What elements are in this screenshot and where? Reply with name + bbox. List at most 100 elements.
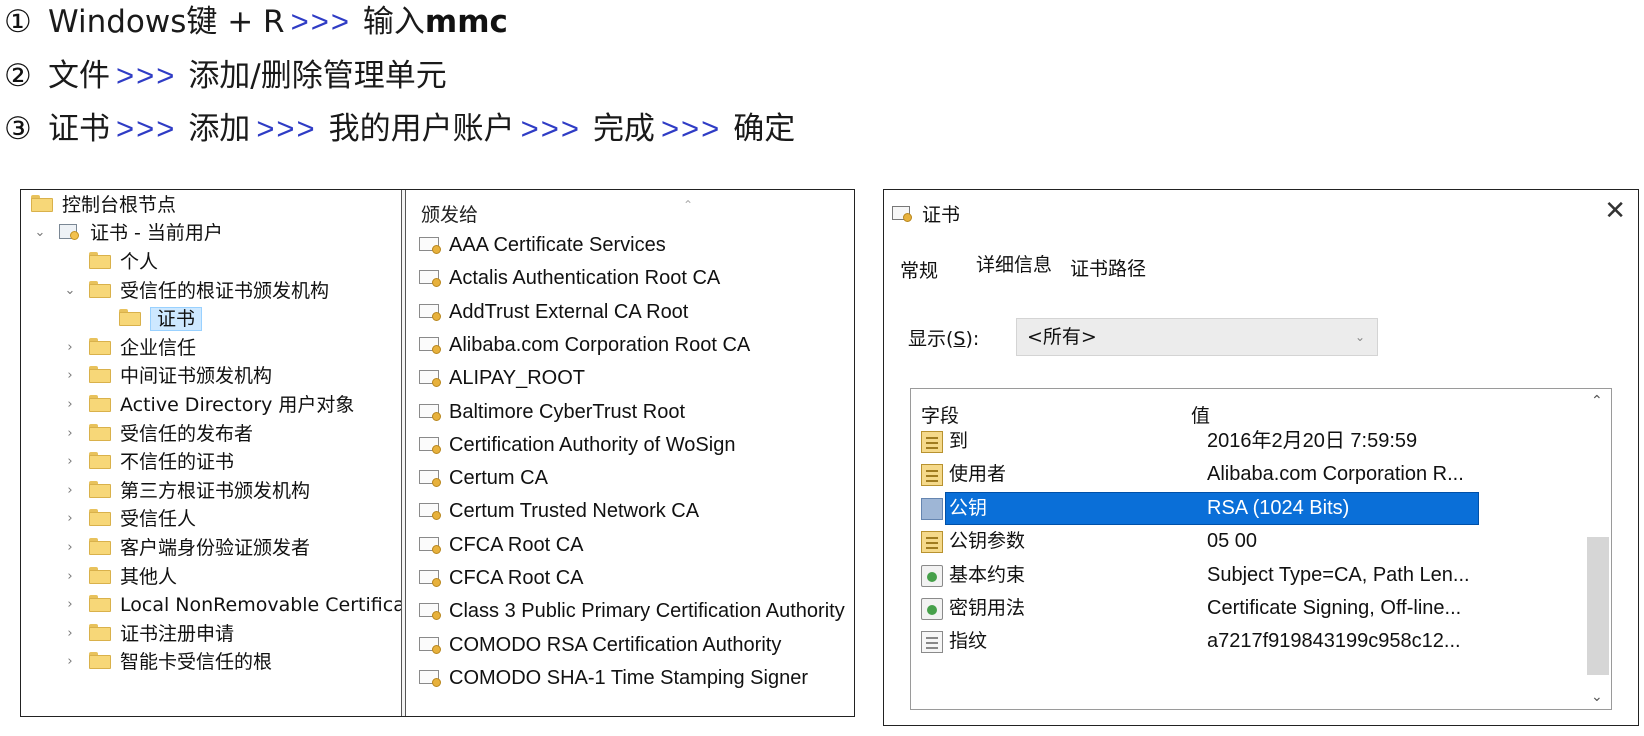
column-header-field[interactable]: 字段 (921, 401, 959, 428)
field-row[interactable]: 公钥 RSA (1024 Bits) (911, 492, 1571, 525)
tree-store[interactable]: ⌄ 证书 - 当前用户 (35, 218, 223, 248)
step-text: 文件 (48, 58, 110, 94)
field-icon (921, 631, 943, 653)
show-label: 显示(S): (908, 328, 980, 350)
tree-item[interactable]: › 客户端身份验证颁发者 (67, 533, 311, 563)
tree-item-label: 证书 (150, 307, 203, 331)
certificate-row[interactable]: AAA Certificate Services (419, 230, 666, 260)
tab-cert-path[interactable]: 证书路径 (1070, 254, 1146, 281)
instruction-step: ① Windows键 + R >>> 输入mmc (4, 2, 508, 42)
certificate-row[interactable]: Class 3 Public Primary Certification Aut… (419, 596, 845, 626)
tree-item[interactable]: › 不信任的证书 (67, 447, 234, 477)
certificate-dialog: 证书 ✕ 常规 详细信息 证书路径 显示(S): <所有> ⌄ 字段 值 ⌃ ⌄… (883, 189, 1639, 726)
console-tree: 控制台根节点 ⌄ 证书 - 当前用户 个人 ⌄ 受信任的根证书颁发机构 证书 › 企业信任… (21, 190, 401, 716)
chevron-right-icon[interactable]: › (63, 361, 77, 391)
scroll-thumb[interactable] (1587, 537, 1609, 675)
column-header-value[interactable]: 值 (1191, 401, 1210, 428)
vertical-scrollbar[interactable]: ⌃ ⌄ (1585, 389, 1611, 709)
certificate-icon (419, 369, 443, 387)
certificate-row[interactable]: Certum CA (419, 463, 548, 493)
tree-item-label: 客户端身份验证颁发者 (120, 537, 311, 559)
certificate-icon (419, 436, 443, 454)
chevron-down-icon[interactable]: ⌄ (63, 276, 77, 306)
chevron-right-icon[interactable]: › (63, 533, 77, 563)
close-icon[interactable]: ✕ (1604, 196, 1626, 226)
certificate-icon (419, 636, 443, 654)
chevron-right-icon[interactable]: › (63, 619, 77, 649)
tree-item[interactable]: ⌄ 受信任的根证书颁发机构 (65, 276, 329, 306)
tree-item[interactable]: › 智能卡受信任的根 (67, 647, 273, 677)
tree-item[interactable]: 证书 (119, 304, 203, 334)
certificate-row[interactable]: AddTrust External CA Root (419, 297, 688, 327)
tree-root-label: 控制台根节点 (62, 194, 177, 216)
chevron-down-icon[interactable]: ⌄ (33, 218, 47, 248)
arrow-separator: >>> (290, 4, 351, 39)
field-row[interactable]: 使用者 Alibaba.com Corporation R... (911, 458, 1571, 491)
field-row[interactable]: 基本约束 Subject Type=CA, Path Len... (911, 559, 1571, 592)
field-row[interactable]: 密钥用法 Certificate Signing, Off-line... (911, 592, 1571, 625)
certificate-row[interactable]: Baltimore CyberTrust Root (419, 397, 685, 427)
chevron-right-icon[interactable]: › (63, 590, 77, 620)
folder-icon (89, 424, 111, 441)
chevron-right-icon[interactable]: › (63, 562, 77, 592)
folder-icon (89, 509, 111, 526)
tree-root[interactable]: 控制台根节点 (31, 190, 176, 220)
scroll-up-icon[interactable]: ⌃ (1591, 393, 1603, 409)
arrow-separator: >>> (116, 58, 177, 93)
tab-general[interactable]: 常规 (900, 256, 938, 283)
certificate-row[interactable]: CFCA Root CA (419, 563, 583, 593)
tree-item[interactable]: › 中间证书颁发机构 (67, 361, 272, 391)
field-row[interactable]: 指纹 a7217f919843199c958c12... (911, 625, 1571, 658)
folder-icon (89, 395, 111, 412)
certificate-row[interactable]: Certification Authority of WoSign (419, 430, 735, 460)
tree-item-label: 其他人 (120, 566, 178, 588)
scroll-down-icon[interactable]: ⌄ (1591, 689, 1603, 705)
field-value: Subject Type=CA, Path Len... (1207, 564, 1470, 586)
tree-item[interactable]: › 第三方根证书颁发机构 (67, 476, 310, 506)
field-value: RSA (1024 Bits) (1207, 497, 1350, 519)
step-text: mmc (424, 4, 508, 40)
tree-item[interactable]: › Active Directory 用户对象 (67, 390, 354, 420)
pane-splitter[interactable] (401, 190, 406, 716)
chevron-right-icon[interactable]: › (63, 390, 77, 420)
tree-item-label: 智能卡受信任的根 (120, 651, 273, 673)
certificate-name: AddTrust External CA Root (449, 301, 689, 323)
tree-item[interactable]: ›Local NonRemovable Certificates (67, 590, 401, 620)
certificate-store-icon (59, 223, 81, 241)
show-select[interactable]: <所有> ⌄ (1016, 318, 1378, 356)
certificate-row[interactable]: ALIPAY_ROOT (419, 363, 585, 393)
tab-details[interactable]: 详细信息 (976, 250, 1052, 277)
chevron-right-icon[interactable]: › (63, 647, 77, 677)
tree-item[interactable]: 个人 (89, 247, 158, 277)
field-name: 公钥参数 (949, 530, 1026, 552)
tree-item[interactable]: › 证书注册申请 (67, 619, 234, 649)
instruction-step: ② 文件 >>> 添加/删除管理单元 (4, 56, 447, 96)
certificate-row[interactable]: Certum Trusted Network CA (419, 496, 699, 526)
chevron-right-icon[interactable]: › (63, 333, 77, 363)
certificate-row[interactable]: Alibaba.com Corporation Root CA (419, 330, 750, 360)
certificate-row[interactable]: Actalis Authentication Root CA (419, 263, 720, 293)
chevron-right-icon[interactable]: › (63, 476, 77, 506)
chevron-right-icon[interactable]: › (63, 419, 77, 449)
column-header-label: 颁发给 (421, 204, 479, 226)
field-value: Alibaba.com Corporation R... (1207, 463, 1464, 485)
column-header-issued-to[interactable]: 颁发给 ⌃ (421, 198, 693, 227)
certificate-row[interactable]: COMODO RSA Certification Authority (419, 630, 781, 660)
certificate-name: Actalis Authentication Root CA (449, 267, 721, 289)
field-icon (921, 464, 943, 486)
tree-item[interactable]: › 企业信任 (67, 333, 196, 363)
certificate-row[interactable]: CFCA Root CA (419, 530, 583, 560)
field-row[interactable]: 到 2016年2月20日 7:59:59 (911, 425, 1571, 458)
field-name: 使用者 (949, 463, 1007, 485)
tree-item[interactable]: › 其他人 (67, 562, 178, 592)
field-row[interactable]: 公钥参数 05 00 (911, 525, 1571, 558)
tree-item[interactable]: › 受信任的发布者 (67, 419, 253, 449)
certificate-name: ALIPAY_ROOT (449, 367, 585, 389)
step-text: 完成 (592, 111, 655, 147)
chevron-down-icon: ⌄ (1354, 330, 1365, 344)
mmc-console-window: 控制台根节点 ⌄ 证书 - 当前用户 个人 ⌄ 受信任的根证书颁发机构 证书 › 企业信任… (20, 189, 855, 717)
tree-item[interactable]: › 受信任人 (67, 504, 196, 534)
chevron-right-icon[interactable]: › (63, 504, 77, 534)
chevron-right-icon[interactable]: › (63, 447, 77, 477)
certificate-row[interactable]: COMODO SHA-1 Time Stamping Signer (419, 663, 808, 693)
